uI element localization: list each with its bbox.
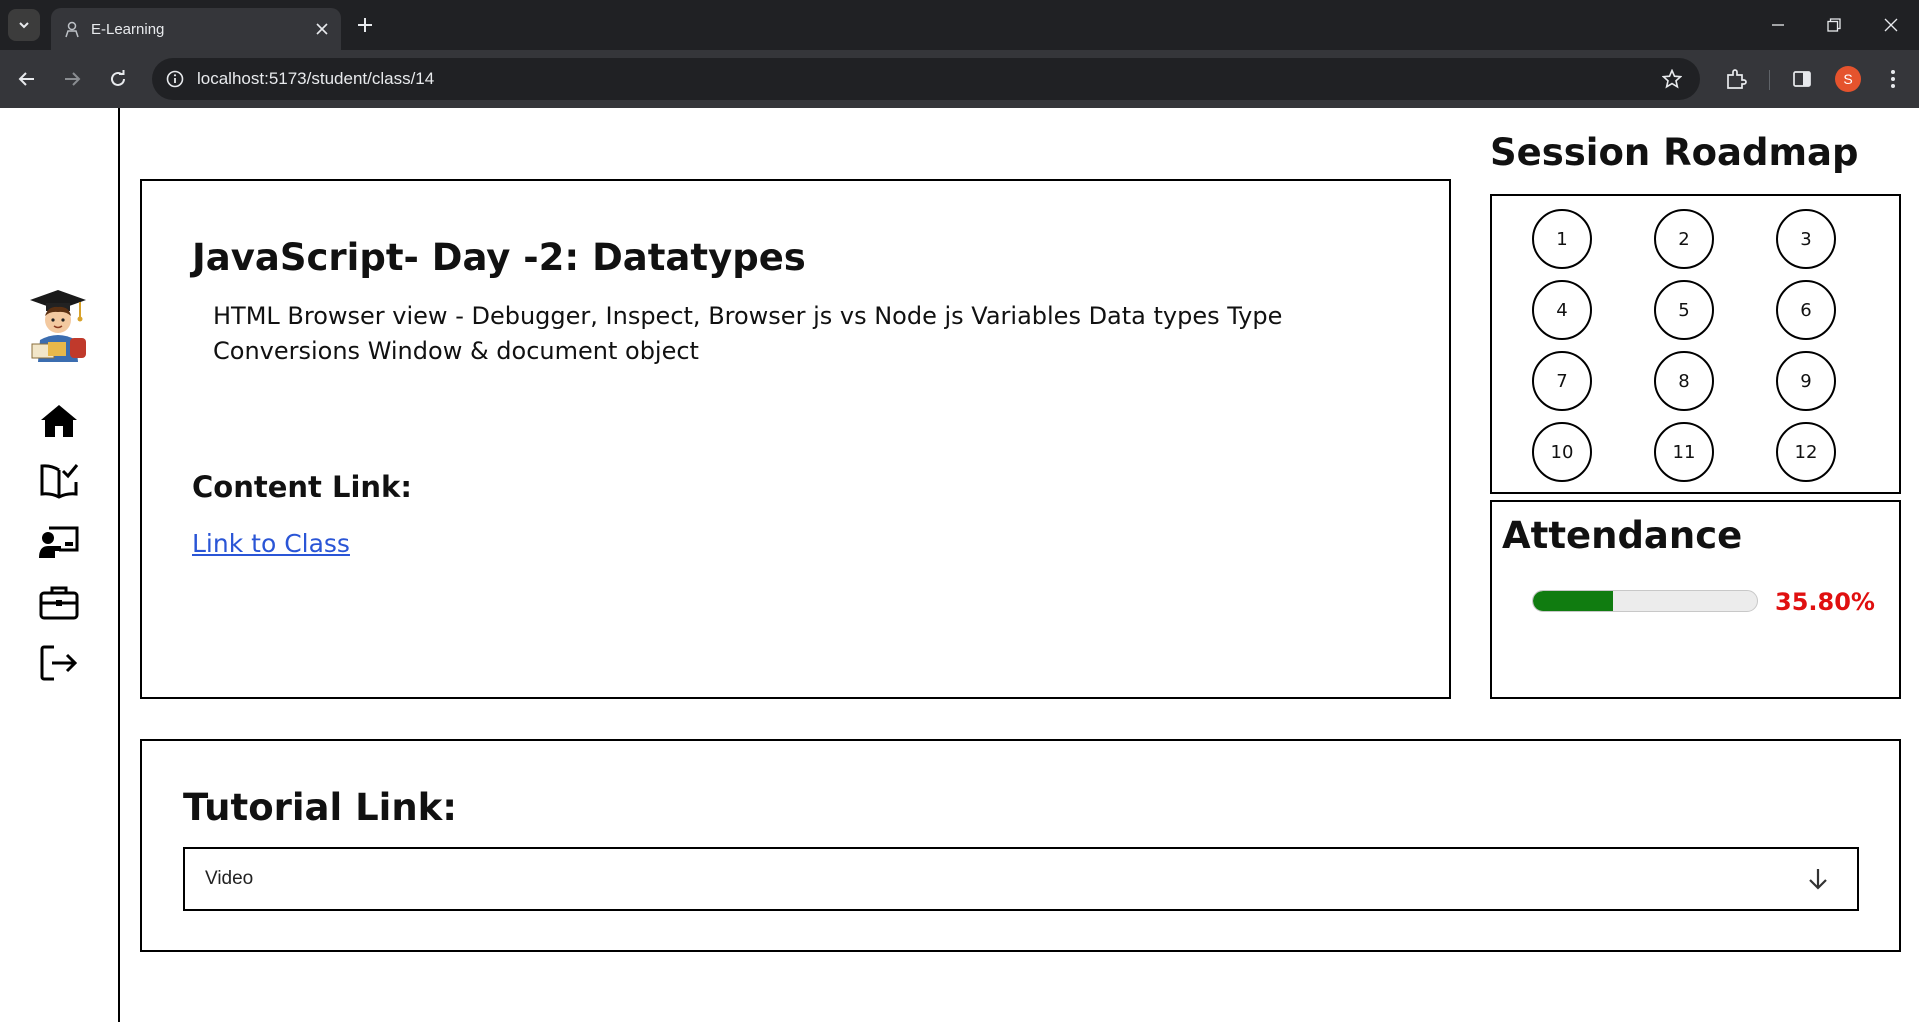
teacher-presentation-icon[interactable]: [38, 521, 80, 563]
extensions-icon[interactable]: [1722, 65, 1750, 93]
chevron-down-icon: [19, 22, 29, 29]
arrow-left-icon: [18, 72, 34, 86]
class-details-card: JavaScript- Day -2: Datatypes HTML Brows…: [140, 179, 1451, 699]
browser-tab[interactable]: E-Learning: [51, 8, 341, 50]
minimize-icon: [1772, 24, 1784, 26]
url-text: localhost:5173/student/class/14: [197, 69, 435, 88]
home-icon[interactable]: [38, 400, 80, 442]
link-to-class[interactable]: Link to Class: [192, 529, 350, 558]
arrow-right-icon: [65, 72, 81, 86]
close-window-button[interactable]: [1876, 10, 1906, 40]
book-check-icon[interactable]: [38, 460, 80, 502]
class-title: JavaScript- Day -2: Datatypes: [192, 236, 806, 279]
session-button[interactable]: 4: [1532, 280, 1592, 340]
restore-button[interactable]: [1819, 10, 1849, 40]
logout-icon[interactable]: [38, 642, 80, 684]
close-icon: [1884, 18, 1898, 32]
class-description: HTML Browser view - Debugger, Inspect, B…: [213, 302, 1283, 365]
tab-search-button[interactable]: [8, 9, 40, 41]
tutorial-type-selected: Video: [205, 868, 254, 889]
new-tab-button[interactable]: [353, 13, 377, 37]
side-panel-icon[interactable]: [1788, 65, 1816, 93]
site-info-icon[interactable]: [163, 67, 187, 91]
session-button[interactable]: 5: [1654, 280, 1714, 340]
session-button[interactable]: 9: [1776, 351, 1836, 411]
browser-toolbar: localhost:5173/student/class/14 S: [0, 50, 1919, 108]
address-bar[interactable]: localhost:5173/student/class/14: [152, 58, 1700, 100]
student-favicon-icon: [63, 20, 81, 38]
browser-tab-bar: E-Learning: [0, 0, 1919, 50]
student-graduate-logo: [26, 286, 90, 362]
tutorial-type-dropdown[interactable]: Video: [183, 847, 1859, 911]
session-button[interactable]: 11: [1654, 422, 1714, 482]
session-button[interactable]: 1: [1532, 209, 1592, 269]
minimize-button[interactable]: [1763, 10, 1793, 40]
session-button[interactable]: 2: [1654, 209, 1714, 269]
attendance-progress-fill: [1533, 591, 1614, 611]
content-link-label: Content Link:: [192, 470, 412, 504]
tab-title: E-Learning: [91, 20, 165, 38]
plus-icon: [358, 18, 372, 32]
bookmark-star-icon[interactable]: [1658, 65, 1686, 93]
session-roadmap-title: Session Roadmap: [1490, 131, 1859, 174]
attendance-title: Attendance: [1502, 514, 1743, 557]
profile-avatar[interactable]: S: [1835, 66, 1861, 92]
forward-button[interactable]: [57, 64, 87, 94]
arrow-down-icon: [1803, 864, 1833, 894]
attendance-card: Attendance 35.80%: [1490, 500, 1901, 699]
session-button[interactable]: 8: [1654, 351, 1714, 411]
tutorial-link-label: Tutorial Link:: [183, 786, 458, 829]
session-button[interactable]: 3: [1776, 209, 1836, 269]
reload-icon: [111, 70, 125, 86]
tutorial-link-card: Tutorial Link: Video: [140, 739, 1901, 952]
session-button[interactable]: 7: [1532, 351, 1592, 411]
restore-icon: [1827, 18, 1841, 32]
briefcase-icon[interactable]: [38, 581, 80, 623]
more-menu-icon[interactable]: [1879, 65, 1907, 93]
sidebar: [0, 108, 120, 1022]
session-button[interactable]: 6: [1776, 280, 1836, 340]
attendance-percent: 35.80%: [1775, 588, 1875, 616]
session-button[interactable]: 12: [1776, 422, 1836, 482]
toolbar-separator: [1769, 70, 1770, 90]
session-button[interactable]: 10: [1532, 422, 1592, 482]
session-roadmap-card: 1 2 3 4 5 6 7 8 9 10 11 12: [1490, 194, 1901, 494]
attendance-progress-bar: [1532, 590, 1758, 612]
close-tab-icon[interactable]: [311, 18, 333, 40]
reload-button[interactable]: [103, 64, 133, 94]
back-button[interactable]: [12, 64, 42, 94]
